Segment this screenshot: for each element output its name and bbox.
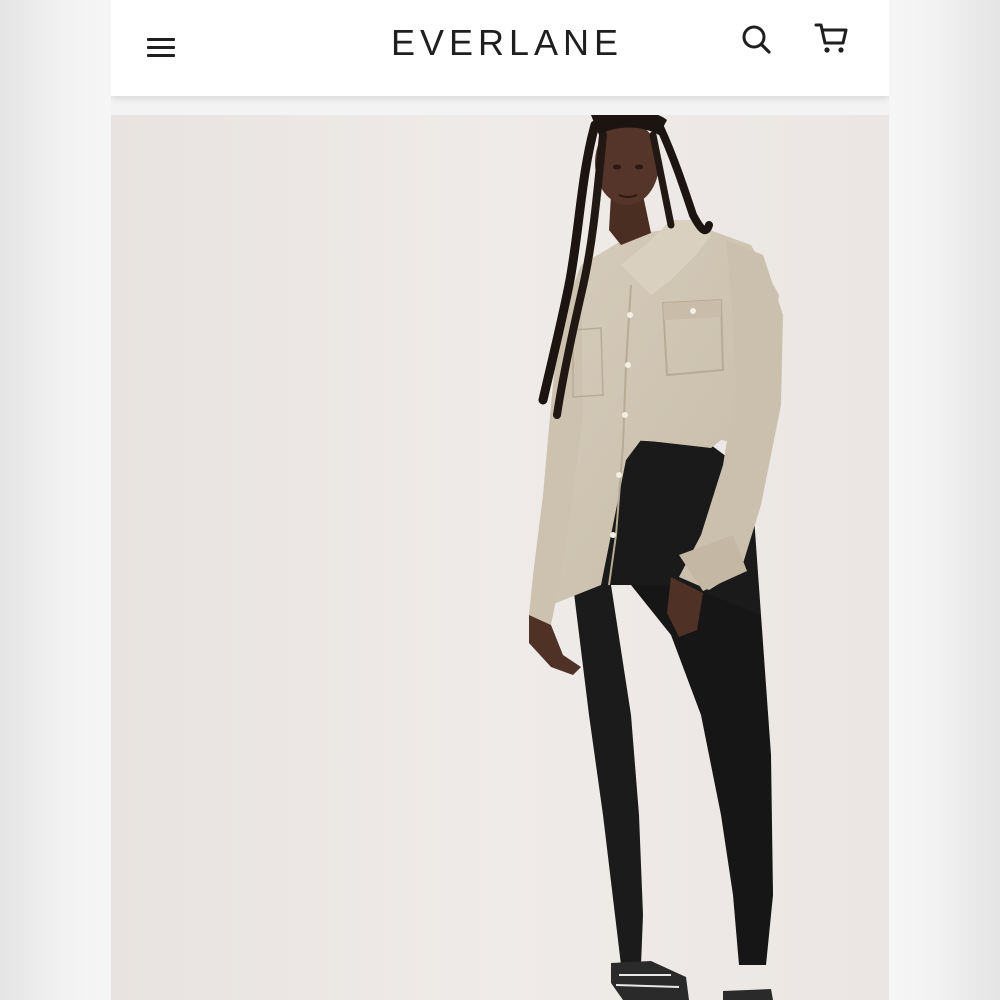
search-icon (742, 25, 771, 54)
hero-product-image[interactable] (111, 115, 889, 1000)
cart-button[interactable] (811, 18, 853, 60)
phone-screen: EVERLANE (111, 0, 889, 1000)
model-photo (111, 115, 889, 1000)
site-header: EVERLANE (111, 0, 889, 96)
search-button[interactable] (737, 20, 777, 60)
cart-icon (814, 23, 848, 53)
